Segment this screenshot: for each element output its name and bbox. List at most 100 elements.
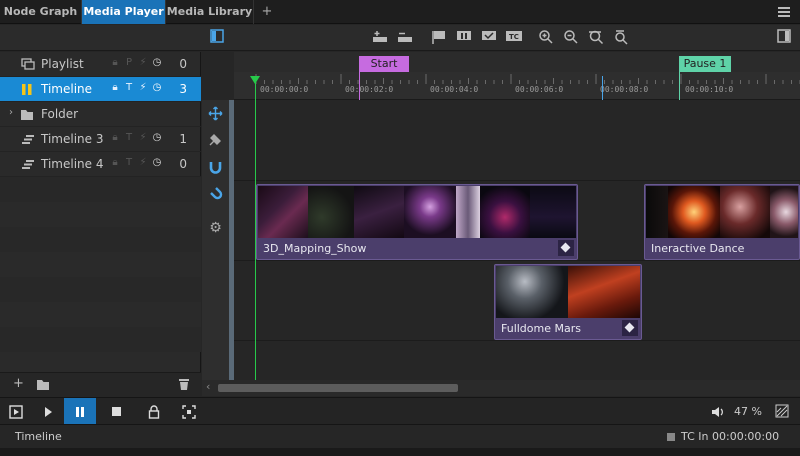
keyframe-icon[interactable] bbox=[622, 320, 638, 336]
item-count: 1 bbox=[179, 132, 187, 146]
svg-text:TC: TC bbox=[509, 33, 519, 41]
timecode-flag[interactable]: T bbox=[124, 132, 134, 143]
volume-icon[interactable] bbox=[711, 405, 725, 419]
cue-line bbox=[602, 76, 603, 100]
lock-icon[interactable]: 🔒︎ bbox=[110, 157, 120, 168]
fullscreen-button[interactable] bbox=[173, 398, 205, 425]
timeline-tracks[interactable]: 3D_Mapping_Show Ineractive Dance Fulldom… bbox=[234, 100, 800, 380]
play-button[interactable] bbox=[32, 398, 64, 425]
tc-indicator bbox=[667, 433, 675, 441]
play-from-start-button[interactable] bbox=[0, 398, 32, 425]
list-item-label: Timeline bbox=[41, 82, 93, 96]
add-tab-button[interactable]: + bbox=[258, 0, 276, 24]
time-ruler[interactable]: 00:00:00:0 00:00:02:0 00:00:04:0 00:00:0… bbox=[234, 72, 800, 100]
timeline-tool-strip: ⚙︎ bbox=[202, 100, 229, 396]
timecode-flag[interactable]: T bbox=[124, 157, 134, 168]
marker-start[interactable]: Start bbox=[359, 56, 409, 72]
timeline-icon bbox=[22, 160, 34, 169]
tab-media-player[interactable]: Media Player bbox=[82, 0, 166, 24]
clip-thumbnails bbox=[496, 266, 640, 318]
focus-icon bbox=[182, 404, 196, 419]
keyframe-icon[interactable] bbox=[558, 240, 574, 256]
pause-icon bbox=[76, 406, 84, 417]
zoom-fit-button[interactable] bbox=[587, 29, 605, 47]
clip-name: 3D_Mapping_Show bbox=[263, 242, 367, 255]
snap-toggle-button[interactable] bbox=[207, 160, 224, 177]
lock-icon[interactable]: 🔒︎ bbox=[110, 82, 120, 93]
list-item-timeline-3[interactable]: Timeline 3 🔒︎ T ⚡︎ ◷ 1 bbox=[0, 127, 201, 152]
zoom-reset-icon bbox=[615, 30, 628, 45]
clock-icon[interactable]: ◷ bbox=[152, 157, 162, 168]
cut-tool-button[interactable] bbox=[207, 132, 224, 149]
play-icon bbox=[45, 406, 52, 417]
add-marker-button[interactable] bbox=[430, 29, 448, 47]
lock-icon[interactable]: 🔒︎ bbox=[110, 132, 120, 143]
toggle-right-panel-button[interactable] bbox=[775, 29, 793, 47]
playlist-flag[interactable]: P bbox=[124, 57, 134, 68]
bolt-icon[interactable]: ⚡︎ bbox=[138, 132, 148, 143]
bolt-icon[interactable]: ⚡︎ bbox=[138, 82, 148, 93]
transport-bar: 47 % bbox=[0, 397, 800, 425]
scrollbar-thumb[interactable] bbox=[218, 384, 458, 392]
bolt-icon[interactable]: ⚡︎ bbox=[138, 57, 148, 68]
zoom-in-button[interactable] bbox=[537, 29, 555, 47]
timecode-flag[interactable]: T bbox=[124, 82, 134, 93]
stop-icon bbox=[111, 407, 121, 416]
clock-icon[interactable]: ◷ bbox=[152, 82, 162, 93]
add-item-button[interactable]: + bbox=[13, 376, 24, 391]
clip-fulldome-mars[interactable]: Fulldome Mars bbox=[494, 264, 642, 340]
clock-icon[interactable]: ◷ bbox=[152, 132, 162, 143]
clip-3d-mapping-show[interactable]: 3D_Mapping_Show bbox=[256, 184, 578, 260]
item-count: 0 bbox=[179, 57, 187, 71]
move-tool-button[interactable] bbox=[207, 106, 224, 123]
folder-icon bbox=[21, 110, 33, 120]
settings-gear-button[interactable]: ⚙︎ bbox=[207, 220, 224, 237]
list-item-playlist[interactable]: Playlist 🔒︎ P ⚡︎ ◷ 0 bbox=[0, 52, 201, 77]
razor-icon bbox=[209, 134, 221, 146]
playlist-icon bbox=[21, 58, 35, 70]
item-count: 0 bbox=[179, 157, 187, 171]
lock-button[interactable] bbox=[138, 398, 170, 425]
zoom-reset-button[interactable] bbox=[612, 29, 630, 47]
list-item-timeline[interactable]: Timeline 🔒︎ T ⚡︎ ◷ 3 bbox=[0, 77, 201, 102]
add-timecode-marker-button[interactable]: TC bbox=[505, 29, 523, 47]
marker-pause-1[interactable]: Pause 1 bbox=[679, 56, 731, 72]
curve-editor-icon[interactable] bbox=[775, 404, 789, 418]
add-jump-marker-button[interactable] bbox=[480, 29, 498, 47]
toggle-left-panel-button[interactable] bbox=[208, 29, 226, 47]
stop-button[interactable] bbox=[100, 398, 132, 425]
list-item-timeline-4[interactable]: Timeline 4 🔒︎ T ⚡︎ ◷ 0 bbox=[0, 152, 201, 177]
tab-media-library[interactable]: Media Library bbox=[166, 0, 254, 24]
expand-chevron-icon[interactable]: › bbox=[9, 107, 13, 118]
list-item-folder[interactable]: › Folder bbox=[0, 102, 201, 127]
bolt-icon[interactable]: ⚡︎ bbox=[138, 157, 148, 168]
marker-lane: Start Pause 1 bbox=[234, 52, 800, 72]
zoom-out-button[interactable] bbox=[562, 29, 580, 47]
magnet-edit-button[interactable] bbox=[207, 186, 224, 203]
ruler-tick-label: 00:00:06:0 bbox=[515, 85, 564, 94]
flag-icon bbox=[432, 31, 445, 44]
pause-icon bbox=[22, 84, 32, 95]
menu-icon[interactable] bbox=[778, 7, 790, 17]
horizontal-scrollbar[interactable]: ‹ bbox=[202, 380, 800, 396]
scroll-left-icon[interactable]: ‹ bbox=[206, 380, 210, 393]
marker-pause-line bbox=[679, 72, 680, 100]
tc-marker-icon: TC bbox=[506, 31, 522, 41]
playhead-line[interactable] bbox=[255, 76, 256, 380]
lock-icon[interactable]: 🔒︎ bbox=[110, 57, 120, 68]
timeline-list-panel: Playlist 🔒︎ P ⚡︎ ◷ 0 Timeline 🔒︎ T ⚡︎ ◷ … bbox=[0, 52, 201, 396]
add-folder-icon[interactable] bbox=[36, 378, 50, 391]
volume-level[interactable]: 47 % bbox=[734, 405, 762, 418]
clock-icon[interactable]: ◷ bbox=[152, 57, 162, 68]
trash-icon[interactable] bbox=[178, 378, 190, 391]
pause-button[interactable] bbox=[64, 398, 96, 425]
clip-thumbnails bbox=[646, 186, 798, 238]
clip-interactive-dance[interactable]: Ineractive Dance bbox=[644, 184, 800, 260]
ruler-tick-label: 00:00:10:0 bbox=[685, 85, 734, 94]
add-track-above-button[interactable] bbox=[371, 29, 389, 47]
clip-name: Fulldome Mars bbox=[501, 322, 581, 335]
playhead-handle[interactable] bbox=[250, 76, 260, 84]
add-pause-marker-button[interactable] bbox=[455, 29, 473, 47]
remove-track-button[interactable] bbox=[396, 29, 414, 47]
tab-node-graph[interactable]: Node Graph bbox=[0, 0, 82, 24]
